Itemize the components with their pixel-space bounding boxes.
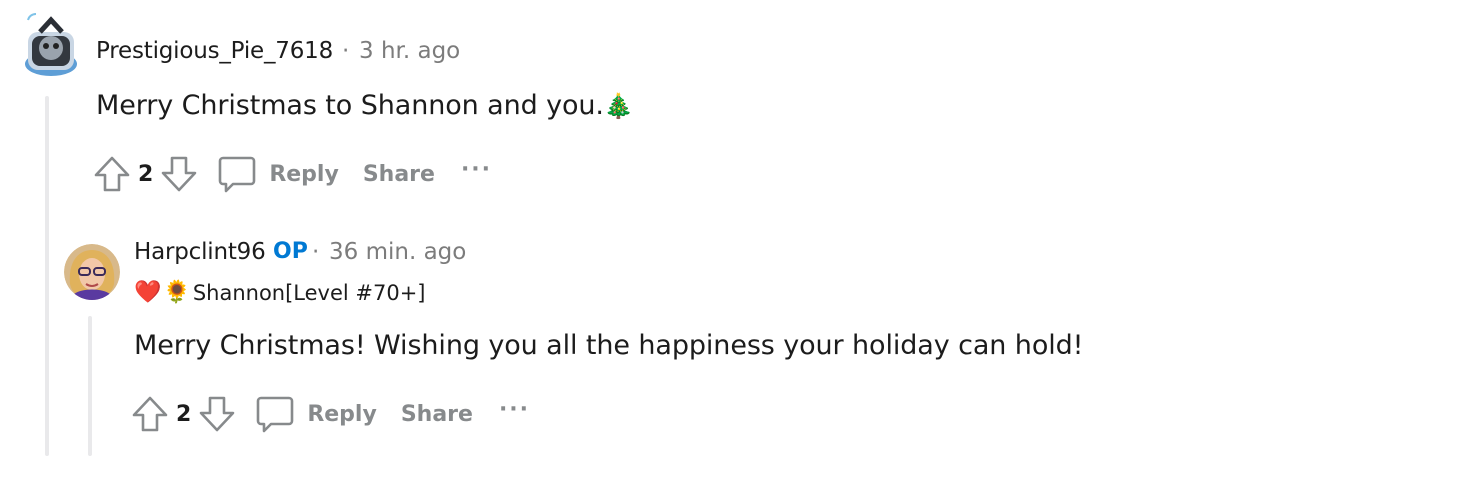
upvote-button[interactable] [92,154,132,194]
reply-label: Reply [307,401,377,427]
thread-line-reply[interactable] [88,316,92,456]
user-flair: ❤️ 🌻 Shannon[Level #70+] [134,280,426,305]
comment-actions: 2 Reply Share ··· [92,152,492,196]
meta-separator: · [342,38,350,64]
downvote-button[interactable] [197,394,237,434]
avatar[interactable] [64,244,120,300]
comment-bubble-icon [257,396,294,433]
comment-body-text: Merry Christmas to Shannon and you. [96,90,604,121]
meta-separator: · [312,239,320,265]
reply-label: Reply [269,161,339,187]
avatar[interactable] [20,10,82,82]
comment-bubble-icon [219,156,256,193]
downvote-arrow-icon [200,396,235,432]
heart-icon: ❤️ [134,280,162,305]
comment-actions: 2 Reply Share ··· [130,392,530,436]
christmas-tree-icon: 🎄 [603,92,634,120]
comment-body: Merry Christmas! Wishing you all the hap… [134,330,1084,361]
share-button[interactable]: Share [363,162,435,187]
upvote-arrow-icon [132,396,168,432]
comment-timestamp[interactable]: 36 min. ago [329,239,466,265]
more-options-button[interactable]: ··· [499,399,530,421]
downvote-button[interactable] [159,154,199,194]
comment-body: Merry Christmas to Shannon and you.🎄 [96,90,634,121]
sunflower-icon: 🌻 [163,280,191,305]
op-badge: OP [273,239,308,264]
reply-button[interactable]: Reply [255,394,377,434]
comment-author[interactable]: Harpclint96 [134,239,266,265]
vote-count: 2 [176,401,192,427]
upvote-button[interactable] [130,394,170,434]
comment-timestamp[interactable]: 3 hr. ago [359,38,460,64]
upvote-arrow-icon [94,156,130,192]
thread-line-root[interactable] [45,96,49,456]
share-button[interactable]: Share [401,402,473,427]
reply-button[interactable]: Reply [217,154,339,194]
downvote-arrow-icon [162,156,197,192]
more-options-button[interactable]: ··· [461,159,492,181]
comment-author[interactable]: Prestigious_Pie_7618 [96,38,333,64]
vote-count: 2 [138,161,154,187]
flair-text: Shannon[Level #70+] [192,280,426,305]
